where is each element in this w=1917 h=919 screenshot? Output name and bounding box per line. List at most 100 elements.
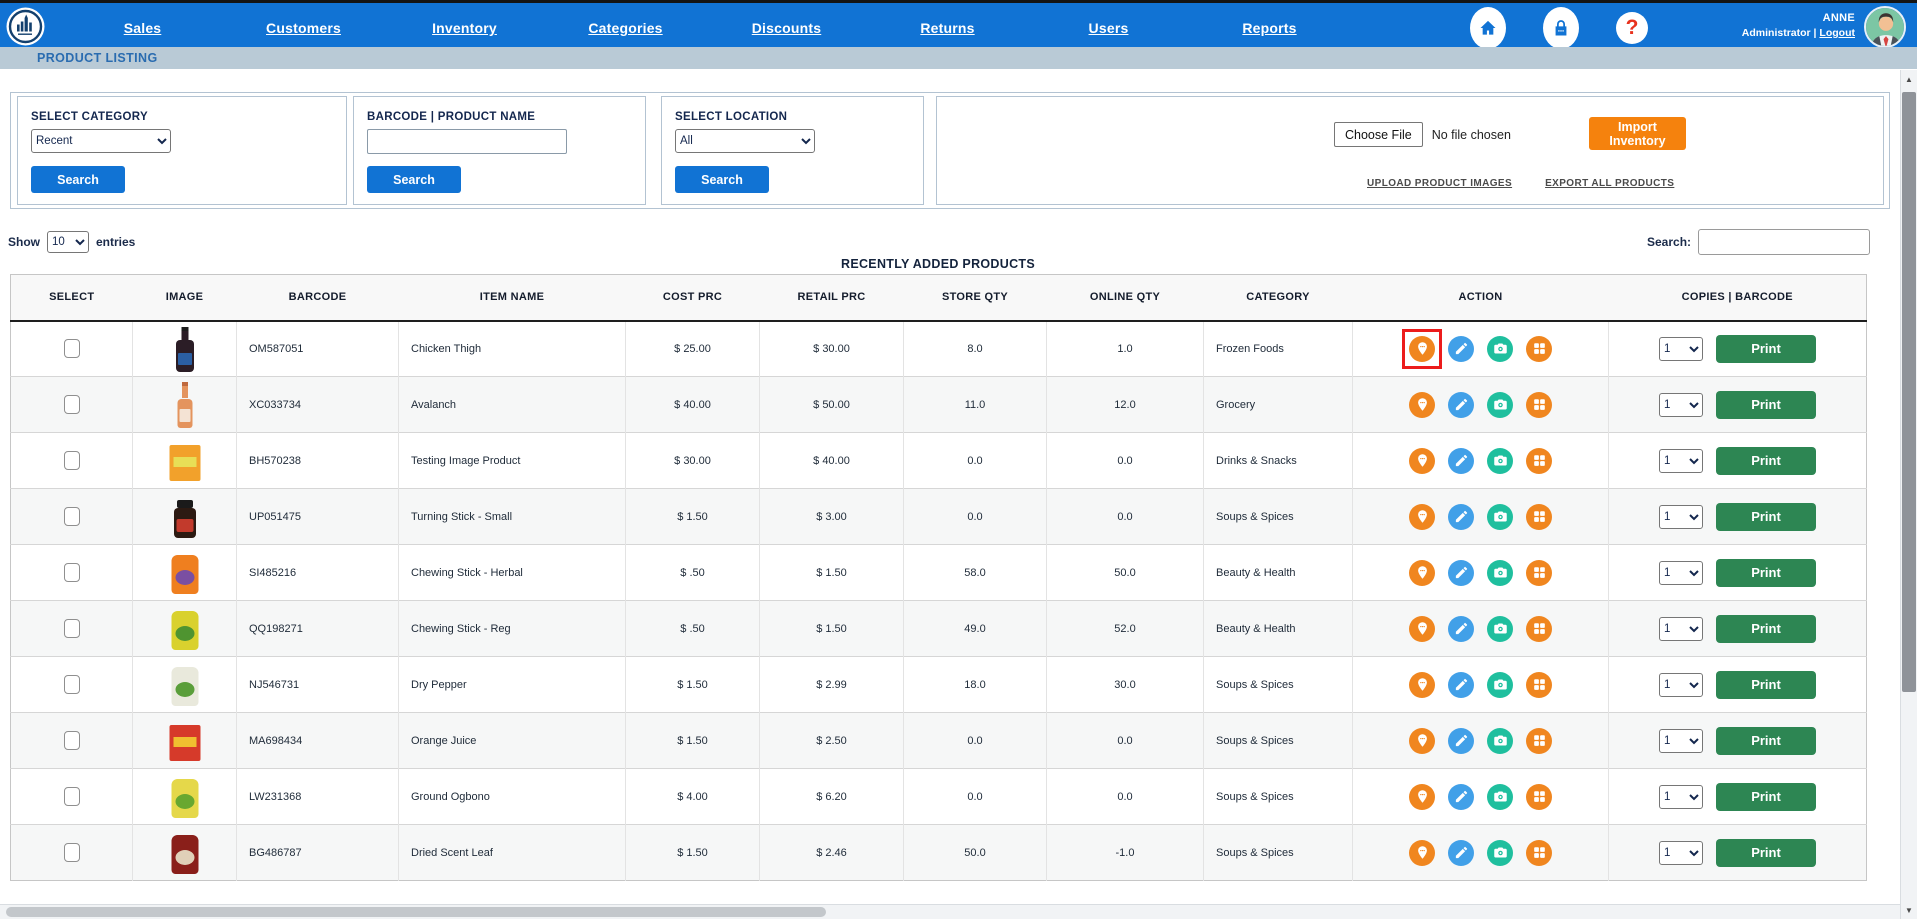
nav-item-inventory[interactable]: Inventory bbox=[384, 20, 545, 36]
row-checkbox[interactable] bbox=[63, 339, 80, 359]
copies-select[interactable]: 1 bbox=[1659, 616, 1703, 641]
location-icon[interactable] bbox=[1409, 839, 1435, 866]
barcode-grid-icon[interactable] bbox=[1526, 783, 1552, 810]
table-search-input[interactable] bbox=[1698, 229, 1871, 255]
edit-icon[interactable] bbox=[1448, 391, 1474, 418]
location-icon[interactable] bbox=[1409, 447, 1435, 474]
print-button[interactable]: Print bbox=[1716, 614, 1816, 643]
edit-icon[interactable] bbox=[1448, 783, 1474, 810]
row-checkbox[interactable] bbox=[63, 451, 80, 470]
camera-icon[interactable] bbox=[1487, 839, 1513, 866]
vertical-scroll-thumb[interactable] bbox=[1902, 92, 1916, 692]
location-icon[interactable] bbox=[1409, 559, 1435, 586]
edit-icon[interactable] bbox=[1448, 559, 1474, 586]
copies-select[interactable]: 1 bbox=[1659, 392, 1703, 417]
barcode-grid-icon[interactable] bbox=[1526, 559, 1552, 586]
print-button[interactable]: Print bbox=[1716, 838, 1816, 867]
location-search-button[interactable]: Search bbox=[675, 166, 769, 193]
help-icon[interactable]: ? bbox=[1616, 12, 1648, 44]
nav-item-reports[interactable]: Reports bbox=[1189, 20, 1350, 36]
home-icon[interactable] bbox=[1470, 7, 1506, 49]
copies-select[interactable]: 1 bbox=[1659, 560, 1703, 585]
print-button[interactable]: Print bbox=[1716, 390, 1816, 419]
copies-select[interactable]: 1 bbox=[1659, 840, 1703, 865]
nav-item-sales[interactable]: Sales bbox=[62, 20, 223, 36]
nav-item-customers[interactable]: Customers bbox=[223, 20, 384, 36]
location-icon[interactable] bbox=[1409, 391, 1435, 418]
print-button[interactable]: Print bbox=[1716, 446, 1816, 475]
row-checkbox[interactable] bbox=[63, 507, 80, 526]
nav-item-categories[interactable]: Categories bbox=[545, 20, 706, 36]
copies-select[interactable]: 1 bbox=[1659, 336, 1703, 361]
camera-icon[interactable] bbox=[1487, 783, 1513, 810]
row-checkbox[interactable] bbox=[63, 619, 80, 638]
category-select[interactable]: Recent bbox=[31, 129, 171, 153]
app-logo[interactable] bbox=[6, 7, 45, 46]
row-checkbox[interactable] bbox=[63, 395, 80, 414]
edit-icon[interactable] bbox=[1448, 503, 1474, 530]
location-select[interactable]: All bbox=[675, 129, 815, 153]
print-button[interactable]: Print bbox=[1716, 334, 1816, 363]
barcode-grid-icon[interactable] bbox=[1526, 727, 1552, 754]
location-icon[interactable] bbox=[1409, 727, 1435, 754]
barcode-grid-icon[interactable] bbox=[1526, 615, 1552, 642]
print-button[interactable]: Print bbox=[1716, 726, 1816, 755]
scroll-down-arrow[interactable]: ▼ bbox=[1901, 902, 1917, 918]
camera-icon[interactable] bbox=[1487, 447, 1513, 474]
camera-icon[interactable] bbox=[1487, 727, 1513, 754]
copies-select[interactable]: 1 bbox=[1659, 728, 1703, 753]
print-button[interactable]: Print bbox=[1716, 502, 1816, 531]
horizontal-scroll-thumb[interactable] bbox=[6, 907, 826, 917]
edit-icon[interactable] bbox=[1448, 671, 1474, 698]
entries-select[interactable]: 10 bbox=[47, 231, 89, 253]
avatar[interactable] bbox=[1864, 6, 1906, 48]
scroll-up-arrow[interactable]: ▲ bbox=[1901, 71, 1917, 87]
camera-icon[interactable] bbox=[1487, 335, 1513, 362]
import-inventory-button[interactable]: Import Inventory bbox=[1589, 117, 1686, 150]
row-checkbox[interactable] bbox=[63, 843, 80, 862]
barcode-grid-icon[interactable] bbox=[1526, 391, 1552, 418]
copies-select[interactable]: 1 bbox=[1659, 784, 1703, 809]
copies-select[interactable]: 1 bbox=[1659, 448, 1703, 473]
barcode-grid-icon[interactable] bbox=[1526, 671, 1552, 698]
location-icon[interactable] bbox=[1409, 503, 1435, 530]
barcode-grid-icon[interactable] bbox=[1526, 447, 1552, 474]
barcode-grid-icon[interactable] bbox=[1526, 839, 1552, 866]
nav-item-users[interactable]: Users bbox=[1028, 20, 1189, 36]
barcode-grid-icon[interactable] bbox=[1526, 503, 1552, 530]
choose-file-button[interactable]: Choose File bbox=[1334, 122, 1423, 147]
camera-icon[interactable] bbox=[1487, 559, 1513, 586]
edit-icon[interactable] bbox=[1448, 839, 1474, 866]
row-checkbox[interactable] bbox=[63, 675, 80, 694]
camera-icon[interactable] bbox=[1487, 503, 1513, 530]
barcode-grid-icon[interactable] bbox=[1526, 335, 1552, 362]
row-checkbox[interactable] bbox=[63, 563, 80, 582]
edit-icon[interactable] bbox=[1448, 335, 1474, 362]
nav-item-returns[interactable]: Returns bbox=[867, 20, 1028, 36]
camera-icon[interactable] bbox=[1487, 615, 1513, 642]
nav-item-discounts[interactable]: Discounts bbox=[706, 20, 867, 36]
row-checkbox[interactable] bbox=[63, 731, 80, 750]
print-button[interactable]: Print bbox=[1716, 670, 1816, 699]
copies-select[interactable]: 1 bbox=[1659, 672, 1703, 697]
barcode-search-button[interactable]: Search bbox=[367, 166, 461, 193]
print-button[interactable]: Print bbox=[1716, 782, 1816, 811]
location-icon[interactable] bbox=[1409, 671, 1435, 698]
logout-link[interactable]: Logout bbox=[1819, 27, 1855, 39]
barcode-input[interactable] bbox=[367, 129, 567, 154]
edit-icon[interactable] bbox=[1448, 727, 1474, 754]
edit-icon[interactable] bbox=[1448, 615, 1474, 642]
location-icon[interactable] bbox=[1409, 335, 1435, 362]
location-icon[interactable] bbox=[1409, 615, 1435, 642]
camera-icon[interactable] bbox=[1487, 671, 1513, 698]
print-button[interactable]: Print bbox=[1716, 558, 1816, 587]
export-all-products-link[interactable]: EXPORT ALL PRODUCTS bbox=[1545, 178, 1674, 189]
copies-select[interactable]: 1 bbox=[1659, 504, 1703, 529]
camera-icon[interactable] bbox=[1487, 391, 1513, 418]
location-icon[interactable] bbox=[1409, 783, 1435, 810]
category-search-button[interactable]: Search bbox=[31, 166, 125, 193]
upload-product-images-link[interactable]: UPLOAD PRODUCT IMAGES bbox=[1367, 178, 1512, 189]
edit-icon[interactable] bbox=[1448, 447, 1474, 474]
lock-icon[interactable] bbox=[1543, 7, 1579, 49]
row-checkbox[interactable] bbox=[63, 787, 80, 806]
